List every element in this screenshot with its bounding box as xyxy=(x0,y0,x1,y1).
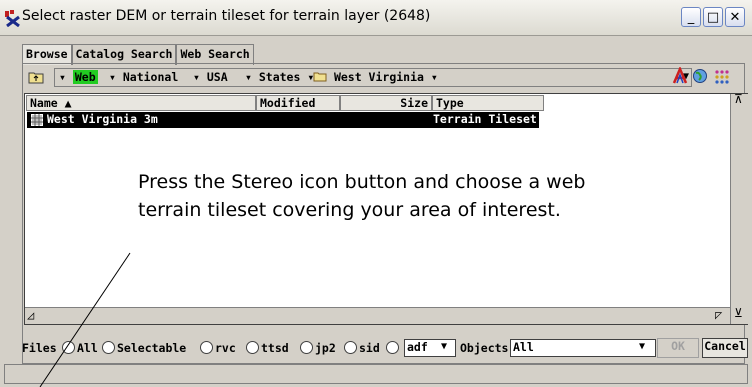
callout-leader-line xyxy=(39,252,131,387)
